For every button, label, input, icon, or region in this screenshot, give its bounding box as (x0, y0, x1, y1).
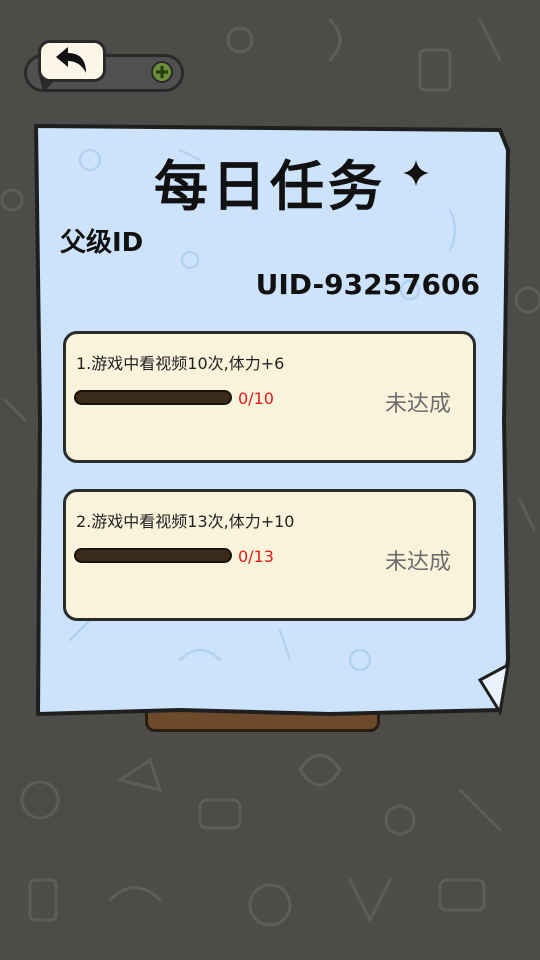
progress-text: 0/10 (238, 389, 274, 408)
status-label: 未达成 (384, 550, 451, 575)
back-arrow-icon (56, 47, 86, 73)
task-card: 2.游戏中看视频13次,体力+10 0/13 未达成 (63, 489, 476, 621)
parent-id-label: 父级ID (60, 228, 144, 258)
back-button[interactable] (38, 40, 106, 82)
task-card: 1.游戏中看视频10次,体力+6 0/10 未达成 (63, 331, 476, 463)
page-title: 每日任务 (154, 155, 386, 218)
task-title: 2.游戏中看视频13次,体力+10 (76, 512, 295, 531)
uid-value: UID-93257606 (255, 268, 480, 301)
status-label: 未达成 (384, 392, 451, 417)
progress-text: 0/13 (238, 547, 274, 566)
task-title: 1.游戏中看视频10次,体力+6 (76, 354, 285, 373)
plus-circle-icon[interactable] (150, 60, 174, 84)
progress-bar (74, 548, 232, 563)
progress-bar (74, 390, 232, 405)
sparkle-icon (403, 160, 429, 186)
